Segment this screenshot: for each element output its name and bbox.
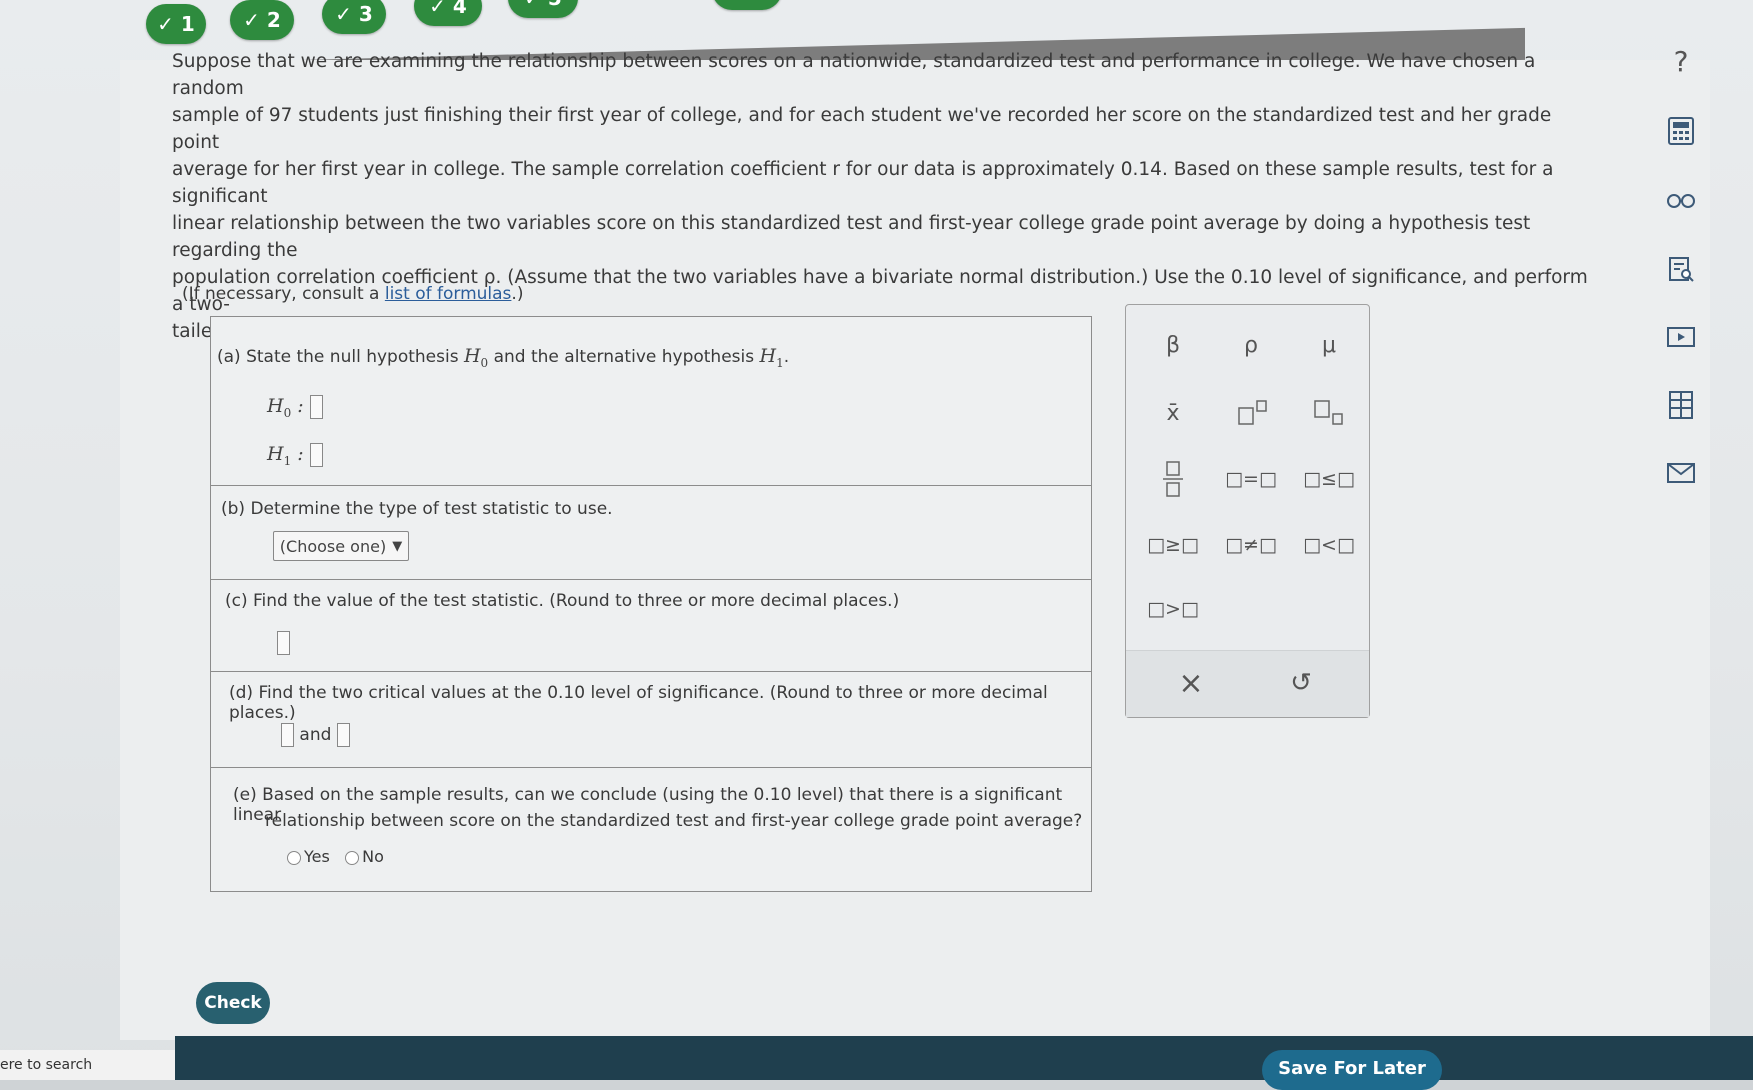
h1-input[interactable] <box>309 443 323 467</box>
symbol-palette: β ρ μ x̄ □=□ □≤□ □≥□ □≠□ □<□ □>□ × ↺ <box>1125 304 1370 718</box>
clear-icon[interactable]: × <box>1156 663 1226 703</box>
superscript-icon <box>1238 400 1267 425</box>
question-pill-3[interactable]: ✓ 3 <box>322 0 386 34</box>
problem-line: Suppose that we are examining the relati… <box>172 51 1536 99</box>
problem-line: average for her first year in college. T… <box>172 159 1554 207</box>
h1-label: H1 : <box>267 443 323 468</box>
part-e: (e) Based on the sample results, can we … <box>233 785 1083 866</box>
data-table-icon[interactable] <box>1664 390 1698 420</box>
equals-button[interactable]: □=□ <box>1216 459 1286 499</box>
mail-icon[interactable] <box>1664 458 1698 488</box>
question-pill-2[interactable]: ✓ 2 <box>230 0 294 40</box>
xbar-button[interactable]: x̄ <box>1138 393 1208 433</box>
test-statistic-dropdown[interactable]: (Choose one) ▼ <box>273 531 409 561</box>
part-d: (d) Find the two critical values at the … <box>211 671 1091 768</box>
beta-button[interactable]: β <box>1138 325 1208 365</box>
greater-than-button[interactable]: □>□ <box>1138 589 1208 629</box>
formula-hint: (If necessary, consult a list of formula… <box>182 284 524 304</box>
test-statistic-input[interactable] <box>277 631 290 655</box>
glasses-icon[interactable] <box>1664 186 1698 216</box>
fraction-button[interactable] <box>1138 459 1208 499</box>
part-c: (c) Find the value of the test statistic… <box>211 579 1091 672</box>
question-pill-6[interactable] <box>712 0 782 10</box>
video-icon[interactable] <box>1664 322 1698 352</box>
calculator-icon[interactable] <box>1664 116 1698 146</box>
formulas-link[interactable]: list of formulas <box>385 284 512 304</box>
not-equal-button[interactable]: □≠□ <box>1216 525 1286 565</box>
subscript-icon <box>1314 400 1343 425</box>
h0-input[interactable] <box>309 395 323 419</box>
no-radio[interactable] <box>345 850 360 865</box>
problem-line: linear relationship between the two vari… <box>172 213 1531 261</box>
part-a: (a) State the null hypothesis H0 and the… <box>211 317 1091 486</box>
part-b: (b) Determine the type of test statistic… <box>211 485 1091 580</box>
palette-footer: × ↺ <box>1126 650 1369 717</box>
critical-value-2-input[interactable] <box>336 723 350 747</box>
less-than-button[interactable]: □<□ <box>1294 525 1364 565</box>
save-for-later-button[interactable]: Save For Later <box>1262 1050 1442 1090</box>
taskbar <box>175 1036 1753 1080</box>
taskbar-search[interactable]: ere to search <box>0 1050 175 1080</box>
dropdown-arrow-icon: ▼ <box>392 538 403 554</box>
less-equal-button[interactable]: □≤□ <box>1294 459 1364 499</box>
screen: ✓ 1 ✓ 2 ✓ 3 ✓ 4 ✓ 5 Suppose that we are … <box>0 0 1753 1090</box>
mu-button[interactable]: μ <box>1294 325 1364 365</box>
textbook-search-icon[interactable] <box>1664 254 1698 284</box>
question-pill-1[interactable]: ✓ 1 <box>146 4 206 44</box>
yes-radio[interactable] <box>287 850 301 865</box>
critical-value-1-input[interactable] <box>281 723 294 747</box>
help-icon[interactable]: ? <box>1664 45 1698 78</box>
check-button[interactable]: Check <box>196 982 270 1024</box>
superscript-button[interactable] <box>1216 393 1286 433</box>
h0-label: H0 : <box>267 395 323 420</box>
rho-button[interactable]: ρ <box>1216 325 1286 365</box>
problem-line: sample of 97 students just finishing the… <box>172 105 1552 153</box>
subscript-button[interactable] <box>1294 393 1364 433</box>
question-pill-4[interactable]: ✓ 4 <box>414 0 482 26</box>
question-pill-5[interactable]: ✓ 5 <box>508 0 578 18</box>
greater-equal-button[interactable]: □≥□ <box>1138 525 1208 565</box>
answer-panel: (a) State the null hypothesis H0 and the… <box>210 316 1092 892</box>
fraction-icon <box>1163 461 1183 497</box>
undo-icon[interactable]: ↺ <box>1266 663 1336 703</box>
